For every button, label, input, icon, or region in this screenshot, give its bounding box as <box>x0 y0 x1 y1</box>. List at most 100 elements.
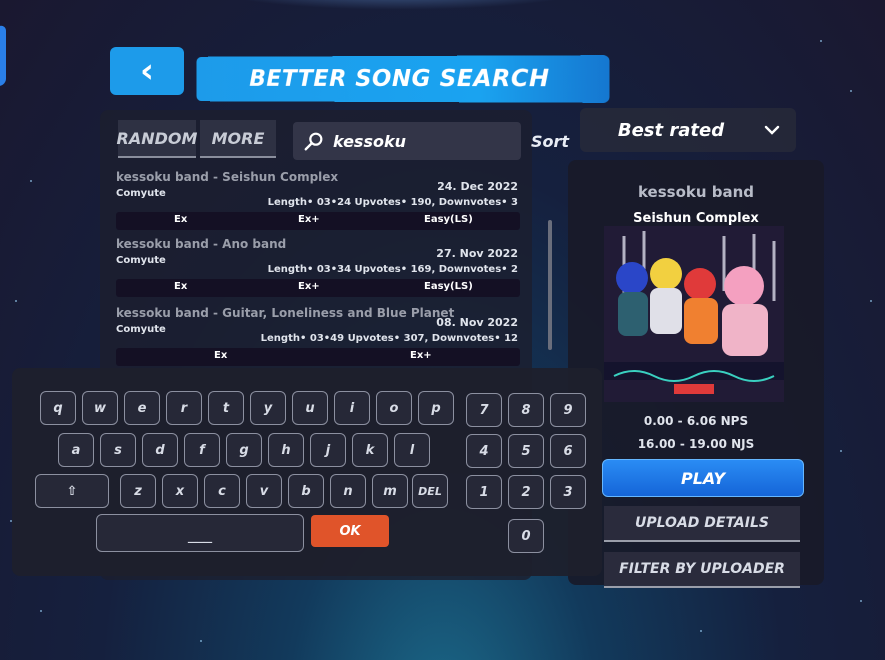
song-date: 27. Nov 2022 <box>436 247 518 260</box>
numpad-key-2[interactable]: 2 <box>508 475 544 509</box>
key-s[interactable]: s <box>100 433 136 467</box>
njs-range: 16.00 - 19.00 NJS <box>637 437 755 451</box>
key-y[interactable]: y <box>250 391 286 425</box>
search-query: kessoku <box>333 131 406 151</box>
difficulty-label: Ex <box>174 281 188 292</box>
search-input[interactable]: kessoku <box>293 122 521 160</box>
star <box>30 180 32 182</box>
difficulty-bar: Ex Ex+ Easy(LS) <box>116 212 520 230</box>
sort-dropdown[interactable]: Best rated <box>580 108 796 152</box>
play-button[interactable]: PLAY <box>602 459 804 497</box>
space-key[interactable]: ___ <box>96 514 304 552</box>
star <box>200 640 202 642</box>
numpad-key-4[interactable]: 4 <box>466 434 502 468</box>
edge-panel <box>0 24 6 88</box>
filter-by-uploader-button[interactable]: FILTER BY UPLOADER <box>604 552 800 588</box>
song-mapper: Comyute <box>116 324 166 335</box>
key-z[interactable]: z <box>120 474 156 508</box>
key-v[interactable]: v <box>246 474 282 508</box>
star <box>820 40 822 42</box>
difficulty-label: Easy(LS) <box>424 214 473 225</box>
nps-range: 0.00 - 6.06 NPS <box>643 414 749 428</box>
difficulty-label: Ex <box>214 350 228 361</box>
song-stats: Length• 03•24 Upvotes• 190, Downvotes• 3 <box>267 197 518 208</box>
star <box>700 630 702 632</box>
star <box>15 300 17 302</box>
back-button[interactable]: ‹ <box>110 47 184 95</box>
key-b[interactable]: b <box>288 474 324 508</box>
sort-value: Best rated <box>617 119 725 141</box>
numpad-key-6[interactable]: 6 <box>550 434 586 468</box>
key-c[interactable]: c <box>204 474 240 508</box>
album-art-image <box>604 226 784 402</box>
song-stats: Length• 03•49 Upvotes• 307, Downvotes• 1… <box>260 333 518 344</box>
key-p[interactable]: p <box>418 391 454 425</box>
key-o[interactable]: o <box>376 391 412 425</box>
key-x[interactable]: x <box>162 474 198 508</box>
numpad-key-5[interactable]: 5 <box>508 434 544 468</box>
more-button[interactable]: MORE <box>200 120 276 158</box>
list-item[interactable]: kessoku band - Ano band Comyute 27. Nov … <box>110 237 520 299</box>
song-title: kessoku band - Guitar, Loneliness and Bl… <box>116 306 455 320</box>
key-t[interactable]: t <box>208 391 244 425</box>
search-icon <box>304 132 323 151</box>
page-title: BETTER SONG SEARCH <box>249 65 550 93</box>
numpad-key-3[interactable]: 3 <box>550 475 586 509</box>
key-h[interactable]: h <box>268 433 304 467</box>
numpad-key-8[interactable]: 8 <box>508 393 544 427</box>
key-r[interactable]: r <box>166 391 202 425</box>
song-stats: Length• 03•34 Upvotes• 169, Downvotes• 2 <box>267 264 518 275</box>
difficulty-bar: Ex Ex+ Easy(LS) <box>116 279 520 297</box>
difficulty-label: Ex+ <box>298 281 320 292</box>
ok-key[interactable]: OK <box>311 515 389 547</box>
sort-label: Sort <box>531 132 570 151</box>
star <box>40 610 42 612</box>
difficulty-label: Ex <box>174 214 188 225</box>
star <box>840 450 842 452</box>
title-bar: BETTER SONG SEARCH <box>196 55 610 103</box>
list-item[interactable]: kessoku band - Guitar, Loneliness and Bl… <box>110 306 520 368</box>
chevron-down-icon <box>764 125 780 135</box>
key-i[interactable]: i <box>334 391 370 425</box>
song-date: 08. Nov 2022 <box>436 316 518 329</box>
list-item[interactable]: kessoku band - Seishun Complex Comyute 2… <box>110 170 520 232</box>
delete-key[interactable]: DEL <box>412 474 448 508</box>
numpad-key-7[interactable]: 7 <box>466 393 502 427</box>
detail-artist: kessoku band <box>637 183 755 201</box>
album-cover <box>604 226 784 402</box>
key-j[interactable]: j <box>310 433 346 467</box>
key-w[interactable]: w <box>82 391 118 425</box>
difficulty-label: Ex+ <box>410 350 432 361</box>
key-q[interactable]: q <box>40 391 76 425</box>
difficulty-label: Easy(LS) <box>424 281 473 292</box>
key-m[interactable]: m <box>372 474 408 508</box>
difficulty-label: Ex+ <box>298 214 320 225</box>
key-l[interactable]: l <box>394 433 430 467</box>
song-title: kessoku band - Seishun Complex <box>116 170 339 184</box>
song-mapper: Comyute <box>116 188 166 199</box>
key-e[interactable]: e <box>124 391 160 425</box>
key-g[interactable]: g <box>226 433 262 467</box>
key-u[interactable]: u <box>292 391 328 425</box>
key-a[interactable]: a <box>58 433 94 467</box>
song-date: 24. Dec 2022 <box>437 180 518 193</box>
key-d[interactable]: d <box>142 433 178 467</box>
key-k[interactable]: k <box>352 433 388 467</box>
song-title: kessoku band - Ano band <box>116 237 287 251</box>
detail-song-name: Seishun Complex <box>633 211 759 226</box>
song-mapper: Comyute <box>116 255 166 266</box>
star <box>870 300 872 302</box>
key-n[interactable]: n <box>330 474 366 508</box>
random-button[interactable]: RANDOM <box>117 120 197 158</box>
star <box>850 90 852 92</box>
shift-key[interactable]: ⇧ <box>35 474 109 508</box>
difficulty-bar: Ex Ex+ <box>116 348 520 366</box>
star <box>860 600 862 602</box>
numpad-key-1[interactable]: 1 <box>466 475 502 509</box>
numpad-key-0[interactable]: 0 <box>508 519 544 553</box>
scrollbar[interactable] <box>548 220 552 350</box>
upload-details-button[interactable]: UPLOAD DETAILS <box>604 506 800 542</box>
key-f[interactable]: f <box>184 433 220 467</box>
numpad-key-9[interactable]: 9 <box>550 393 586 427</box>
chevron-left-icon: ‹ <box>139 51 154 91</box>
